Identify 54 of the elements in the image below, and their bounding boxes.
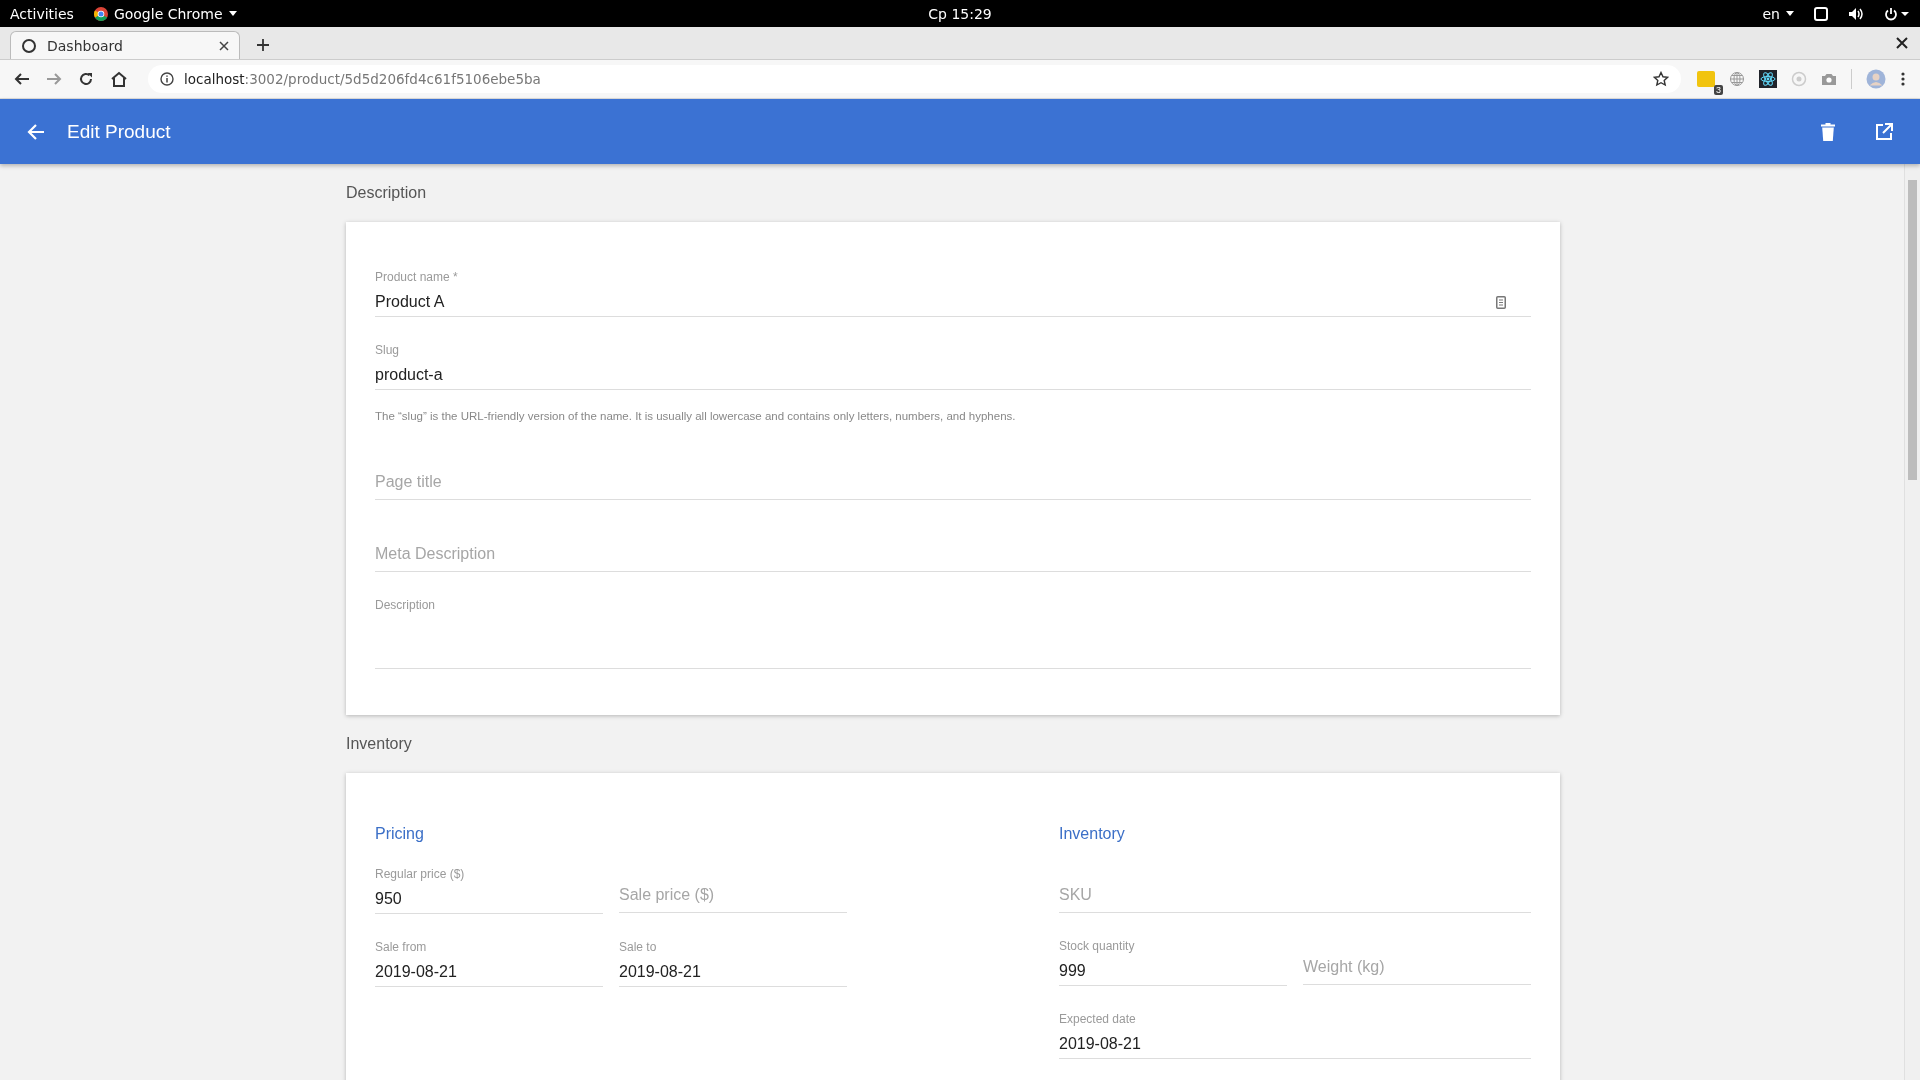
back-icon[interactable] (14, 71, 30, 87)
caret-icon[interactable] (228, 11, 237, 16)
chrome-logo-icon (93, 6, 108, 21)
window-icon[interactable] (1814, 6, 1828, 21)
help-text: The “slug” is the URL-friendly version of the name. It is usually all lowercase and contains only letters, numbers, and hyphens. (375, 410, 1017, 422)
field-label: Regular price ($) (375, 867, 466, 883)
field-label: Stock quantity (1059, 939, 1136, 955)
group-heading: Pricing (375, 825, 425, 843)
field-label: Sale to (619, 940, 658, 956)
camera-icon[interactable] (1821, 72, 1837, 86)
forward-icon[interactable] (46, 71, 62, 87)
input-field[interactable]: product-a (375, 359, 1531, 390)
field-label: Product name * (375, 270, 459, 286)
tab-circle-icon (21, 37, 37, 54)
input-field[interactable]: 2019-08-21 (375, 956, 603, 987)
app-menu[interactable]: Google Chrome (113, 5, 223, 22)
activities-button[interactable]: Activities (10, 5, 74, 22)
input-field[interactable]: 2019-08-21 (619, 956, 847, 987)
atom-icon[interactable] (1759, 70, 1777, 88)
scrollbar[interactable] (1904, 164, 1920, 1080)
close-tab-icon[interactable] (219, 40, 229, 51)
url-text: localhost:3002/product/5d5d206fd4c61f5106ebe5ba (184, 71, 542, 87)
open-external-icon[interactable] (1875, 122, 1893, 141)
power-menu-icon[interactable] (1884, 6, 1910, 21)
clock[interactable]: Cp 15:29 (928, 5, 992, 22)
globe-icon[interactable] (1729, 71, 1745, 87)
caret-icon[interactable] (1786, 11, 1794, 16)
reload-icon[interactable] (78, 71, 94, 87)
group-heading: Inventory (1059, 825, 1126, 843)
page-title: Edit Product (67, 120, 171, 143)
more-menu-icon[interactable] (1900, 71, 1906, 87)
home-icon[interactable] (110, 71, 128, 87)
close-window-icon[interactable] (1896, 37, 1908, 49)
section-title: Description (346, 184, 428, 203)
info-icon[interactable] (160, 72, 174, 86)
field-label: Slug (375, 343, 401, 359)
delete-icon[interactable] (1821, 122, 1835, 141)
volume-icon[interactable] (1848, 6, 1864, 21)
input-field[interactable]: 950 (375, 883, 603, 914)
browser-tab[interactable]: Dashboard (10, 31, 240, 59)
field-label: Sale from (375, 940, 428, 956)
input-field[interactable]: 999 (1059, 955, 1287, 986)
input-field[interactable]: Product A (375, 286, 1531, 317)
bookmark-star-icon[interactable] (1653, 71, 1669, 87)
field-label: Expected date (1059, 1012, 1137, 1028)
new-tab-icon[interactable] (256, 38, 270, 52)
address-bar[interactable]: localhost:3002/product/5d5d206fd4c61f5106ebe5ba (148, 65, 1681, 93)
extension-badge: 3 (1714, 85, 1723, 95)
input-field[interactable]: 2019-08-21 (1059, 1028, 1531, 1059)
field-label: Description (375, 598, 437, 614)
back-arrow-icon[interactable] (27, 122, 45, 141)
language-menu[interactable]: en (1762, 5, 1780, 22)
section-title: Inventory (346, 735, 413, 754)
document-icon[interactable] (1496, 295, 1506, 309)
